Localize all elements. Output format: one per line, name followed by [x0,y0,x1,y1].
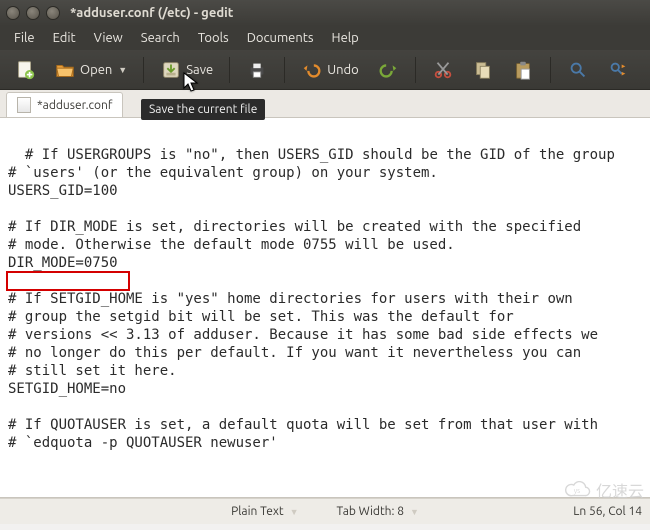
window-title: *adduser.conf (/etc) - gedit [70,6,233,20]
menu-tools[interactable]: Tools [190,28,237,48]
language-label: Plain Text [231,505,284,518]
redo-icon [377,59,399,81]
cloud-icon: ys [564,481,592,499]
toolbar: Open ▼ Save Undo [0,50,650,90]
svg-text:ys: ys [574,487,580,495]
cut-button[interactable] [426,55,460,85]
menu-search[interactable]: Search [133,28,188,48]
find-button[interactable] [561,55,595,85]
cut-icon [432,59,454,81]
maximize-button[interactable] [46,6,60,20]
tabwidth-selector[interactable]: Tab Width: 8 ▼ [330,502,426,521]
language-selector[interactable]: Plain Text ▼ [224,502,305,521]
folder-open-icon [54,59,76,81]
undo-label: Undo [327,63,359,77]
search-icon [567,59,589,81]
statusbar: Plain Text ▼ Tab Width: 8 ▼ Ln 56, Col 1… [0,498,650,524]
print-button[interactable] [240,55,274,85]
new-doc-icon [14,59,36,81]
toolbar-separator [550,57,551,83]
menubar: File Edit View Search Tools Documents He… [0,26,650,50]
mouse-cursor [183,72,199,94]
redo-button[interactable] [371,55,405,85]
cursor-position: Ln 56, Col 14 [573,505,642,518]
document-icon [17,97,31,113]
editor-content: # If USERGROUPS is "no", then USERS_GID … [8,147,615,451]
paste-button[interactable] [506,55,540,85]
open-button[interactable]: Open ▼ [48,55,133,85]
watermark-text: 亿速云 [596,478,644,502]
print-icon [246,59,268,81]
window-controls [6,6,60,20]
tab-label: *adduser.conf [37,99,112,112]
menu-documents[interactable]: Documents [239,28,322,48]
highlight-box [6,271,130,291]
copy-icon [472,59,494,81]
menu-view[interactable]: View [86,28,131,48]
tabbar: *adduser.conf [0,90,650,118]
titlebar: *adduser.conf (/etc) - gedit [0,0,650,26]
undo-button[interactable]: Undo [295,55,365,85]
copy-button[interactable] [466,55,500,85]
toolbar-separator [284,57,285,83]
menu-file[interactable]: File [6,28,43,48]
new-button[interactable] [8,55,42,85]
find-replace-icon [607,59,629,81]
chevron-down-icon: ▼ [290,507,299,517]
open-dropdown-caret[interactable]: ▼ [118,65,127,75]
chevron-down-icon: ▼ [410,507,419,517]
document-tab[interactable]: *adduser.conf [6,92,123,117]
minimize-button[interactable] [26,6,40,20]
watermark: ys 亿速云 [564,478,644,502]
paste-icon [512,59,534,81]
save-icon [160,59,182,81]
close-button[interactable] [6,6,20,20]
text-editor[interactable]: # If USERGROUPS is "no", then USERS_GID … [0,118,650,498]
undo-icon [301,59,323,81]
open-label: Open [80,63,112,77]
menu-edit[interactable]: Edit [45,28,84,48]
find-replace-button[interactable] [601,55,635,85]
toolbar-separator [143,57,144,83]
tooltip-save: Save the current file [141,99,265,120]
menu-help[interactable]: Help [324,28,367,48]
toolbar-separator [229,57,230,83]
tabwidth-label: Tab Width: 8 [337,505,404,518]
toolbar-separator [415,57,416,83]
